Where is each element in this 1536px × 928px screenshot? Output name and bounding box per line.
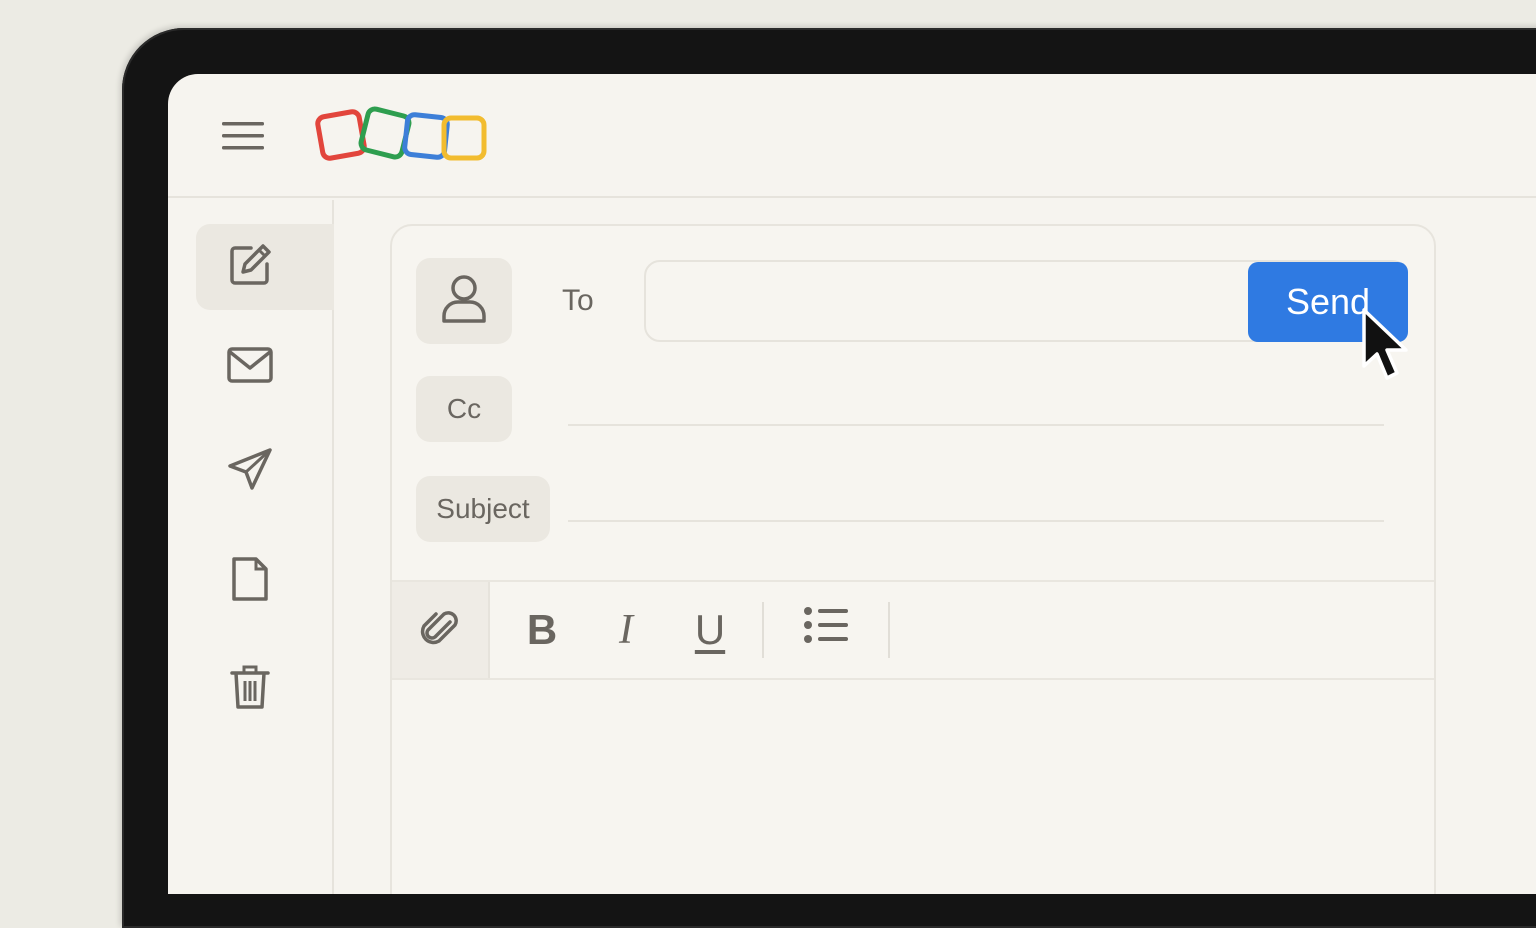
- hamburger-menu-icon[interactable]: [220, 118, 266, 154]
- sidebar-item-drafts[interactable]: [196, 538, 334, 624]
- subject-field[interactable]: [568, 482, 1384, 522]
- cc-field[interactable]: [568, 386, 1384, 426]
- top-bar: [168, 74, 1536, 198]
- cc-button[interactable]: Cc: [416, 376, 512, 442]
- bold-button[interactable]: B: [514, 602, 570, 658]
- paperclip-icon: [420, 606, 460, 655]
- compose-panel: To Send Cc Subject B I U: [390, 224, 1436, 894]
- attach-button[interactable]: [392, 582, 490, 678]
- mail-icon: [226, 345, 274, 390]
- underline-button[interactable]: U: [682, 602, 738, 658]
- sidebar-item-sent[interactable]: [196, 428, 334, 514]
- toolbar-divider: [888, 602, 890, 658]
- to-label: To: [562, 284, 594, 317]
- sidebar: [168, 200, 334, 894]
- toolbar-divider: [762, 602, 764, 658]
- user-icon: [440, 273, 488, 330]
- bullet-list-icon: [803, 605, 849, 655]
- send-button[interactable]: Send: [1248, 262, 1408, 342]
- subject-label: Subject: [416, 476, 550, 542]
- bullet-list-button[interactable]: [798, 602, 854, 658]
- mail-app-window: To Send Cc Subject B I U: [168, 74, 1536, 894]
- document-icon: [230, 555, 270, 608]
- sidebar-item-inbox[interactable]: [196, 324, 334, 410]
- message-body[interactable]: [392, 682, 1434, 894]
- brand-logo: [314, 104, 490, 168]
- compose-icon: [227, 242, 273, 293]
- italic-button[interactable]: I: [598, 602, 654, 658]
- send-icon: [226, 446, 274, 497]
- sidebar-item-compose[interactable]: [196, 224, 334, 310]
- contacts-button[interactable]: [416, 258, 512, 344]
- formatting-toolbar: B I U: [392, 580, 1434, 680]
- trash-icon: [230, 663, 270, 716]
- sidebar-item-trash[interactable]: [196, 646, 334, 732]
